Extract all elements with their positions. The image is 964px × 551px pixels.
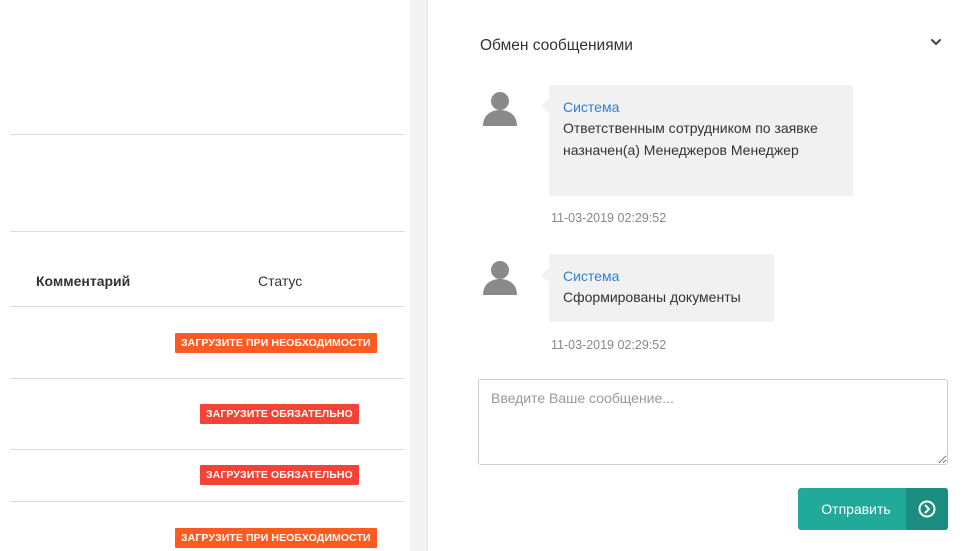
status-badge: ЗАГРУЗИТЕ ОБЯЗАТЕЛЬНО	[200, 404, 359, 424]
chat-title: Обмен сообщениями	[480, 37, 633, 54]
column-header-status: Статус	[258, 273, 303, 289]
message-bubble: Система Сформированы документы	[541, 254, 774, 322]
message-sender[interactable]: Система	[563, 97, 839, 117]
column-header-comment: Комментарий	[36, 273, 131, 289]
arrow-right-circle-icon	[918, 500, 936, 518]
message-text: Ответственным сотрудником по заявке назн…	[563, 120, 818, 158]
message-sender[interactable]: Система	[563, 266, 760, 286]
row-divider	[10, 231, 405, 232]
message-bubble: Система Ответственным сотрудником по зая…	[541, 85, 853, 196]
message-text: Сформированы документы	[563, 289, 741, 305]
header-divider	[10, 306, 405, 307]
message-time: 11-03-2019 02:29:52	[551, 338, 667, 352]
row-divider	[10, 501, 405, 502]
user-avatar-icon	[483, 92, 517, 126]
panel-divider	[410, 0, 428, 551]
message-input[interactable]	[478, 379, 948, 465]
documents-table: Комментарий Статус ЗАГРУЗИТЕ ПРИ НЕОБХОД…	[0, 0, 410, 551]
row-divider	[10, 378, 405, 379]
row-divider	[10, 449, 405, 450]
chevron-down-icon[interactable]	[928, 34, 944, 50]
row-divider	[10, 134, 405, 135]
send-icon-wrap	[906, 488, 948, 530]
message-time: 11-03-2019 02:29:52	[551, 211, 667, 225]
status-badge: ЗАГРУЗИТЕ ПРИ НЕОБХОДИМОСТИ	[175, 333, 377, 353]
user-avatar-icon	[483, 261, 517, 295]
send-button-label: Отправить	[821, 501, 891, 517]
status-badge: ЗАГРУЗИТЕ ОБЯЗАТЕЛЬНО	[200, 465, 359, 485]
status-badge: ЗАГРУЗИТЕ ПРИ НЕОБХОДИМОСТИ	[175, 528, 377, 548]
chat-panel: Обмен сообщениями Система Ответственным …	[428, 0, 964, 551]
send-button[interactable]: Отправить	[798, 488, 948, 530]
